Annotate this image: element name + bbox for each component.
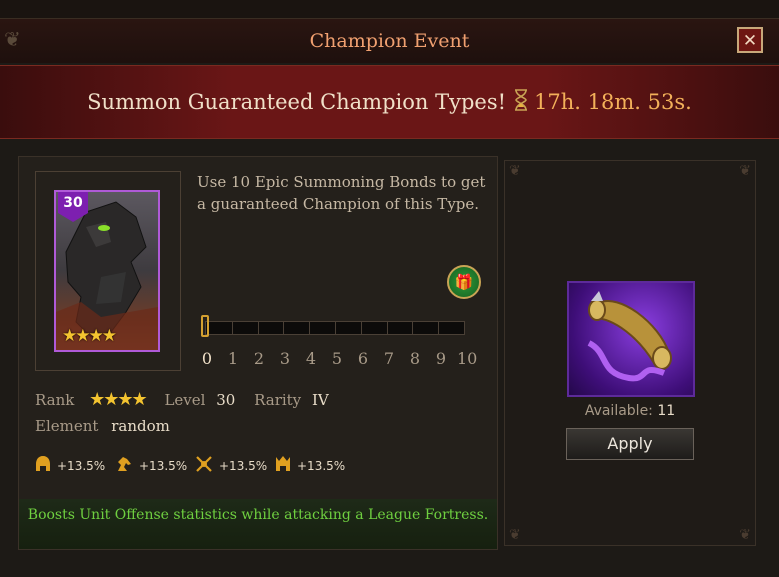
- progress-tick-label: 3: [279, 349, 291, 368]
- boost-value: +13.5%: [139, 459, 188, 473]
- card-stars-icon: ★★★★: [62, 326, 117, 346]
- event-timer: 17h. 18m. 53s.: [534, 90, 692, 114]
- progress-segment-divider: [231, 322, 233, 334]
- stats-row-rank: Rank ★★★★ Level 30 Rarity IV: [35, 389, 329, 410]
- boost-value: +13.5%: [297, 459, 346, 473]
- rank-stars-icon: ★★★★: [89, 389, 148, 410]
- progress-tick-label: 2: [253, 349, 265, 368]
- available-label: Available:: [584, 403, 653, 419]
- progress-segment-divider: [309, 322, 311, 334]
- progress-segment-divider: [386, 322, 388, 334]
- banner-text: Summon Guaranteed Champion Types!: [87, 90, 507, 114]
- progress-marker: [201, 315, 209, 337]
- crown-helmet-icon: [275, 455, 291, 477]
- progress-segment-divider: [438, 322, 440, 334]
- progress-tick-label: 0: [201, 349, 213, 368]
- progress-ticks: 0 1 2 3 4 5 6 7 8 9 10: [197, 349, 487, 369]
- corner-ornament-icon: ❦: [4, 27, 21, 51]
- progress-segment-divider: [335, 322, 336, 334]
- boost-item: +13.5%: [115, 455, 187, 477]
- summon-progress-bar: [205, 321, 465, 335]
- stats-row-element: Element random: [35, 417, 170, 435]
- boost-item: +13.5%: [35, 455, 105, 477]
- gift-icon: 🎁: [454, 273, 474, 291]
- close-button[interactable]: ✕: [737, 27, 763, 53]
- progress-tick-label: 8: [409, 349, 421, 368]
- boost-value: +13.5%: [219, 459, 268, 473]
- progress-segment-divider: [360, 322, 362, 334]
- champion-event-dialog: ❦ Champion Event ✕ Summon Guaranteed Cha…: [0, 18, 779, 577]
- progress-tick-label: 7: [383, 349, 395, 368]
- progress-segment-divider: [257, 322, 259, 334]
- champion-card[interactable]: 30 ★★★★: [54, 190, 160, 352]
- dialog-title: Champion Event: [309, 30, 470, 52]
- boost-item: +13.5%: [195, 455, 267, 477]
- corner-ornament-icon: ❦: [739, 163, 751, 179]
- gift-reward-button[interactable]: 🎁: [447, 265, 481, 299]
- available-value: 11: [657, 403, 676, 419]
- champion-card-frame: 30 ★★★★: [35, 171, 181, 371]
- available-count: Available: 11: [505, 403, 755, 419]
- event-banner: Summon Guaranteed Champion Types! 17h. 1…: [0, 65, 779, 139]
- progress-tick-label: 9: [435, 349, 447, 368]
- rarity-value: IV: [311, 391, 329, 409]
- summoning-scroll-icon[interactable]: [567, 281, 695, 397]
- hourglass-icon: [514, 89, 528, 115]
- boost-description: Boosts Unit Offense statistics while att…: [19, 499, 497, 549]
- corner-ornament-icon: ❦: [739, 527, 751, 543]
- corner-ornament-icon: ❦: [509, 527, 521, 543]
- event-description: Use 10 Epic Summoning Bonds to get a gua…: [197, 173, 486, 213]
- progress-tick-label: 4: [305, 349, 317, 368]
- level-label: Level: [164, 391, 206, 409]
- corner-ornament-icon: ❦: [509, 163, 521, 179]
- helmet-icon: [35, 455, 51, 477]
- progress-tick-label: 6: [357, 349, 369, 368]
- dialog-titlebar: ❦ Champion Event ✕: [0, 19, 779, 63]
- progress-tick-label: 10: [457, 349, 478, 368]
- rarity-label: Rarity: [254, 391, 302, 409]
- progress-tick-label: 1: [227, 349, 239, 368]
- apply-button[interactable]: Apply: [566, 428, 694, 460]
- crossed-swords-icon: [195, 455, 213, 477]
- progress-segment-divider: [412, 322, 414, 334]
- rank-label: Rank: [35, 391, 75, 409]
- element-value: random: [111, 417, 170, 435]
- horse-icon: [115, 455, 133, 477]
- progress-tick-label: 5: [331, 349, 343, 368]
- item-panel: ❦ ❦ ❦ ❦ Available: 11 Apply: [504, 160, 756, 546]
- champion-panel: 30 ★★★★ Use 10 Epic Summoning Bonds to g…: [18, 156, 498, 550]
- boost-value: +13.5%: [57, 459, 106, 473]
- level-value: 30: [216, 391, 236, 409]
- boost-list: +13.5% +13.5% +13.5% +13.5%: [35, 455, 365, 479]
- progress-segment-divider: [283, 322, 285, 334]
- element-label: Element: [35, 417, 99, 435]
- boost-item: +13.5%: [275, 455, 345, 477]
